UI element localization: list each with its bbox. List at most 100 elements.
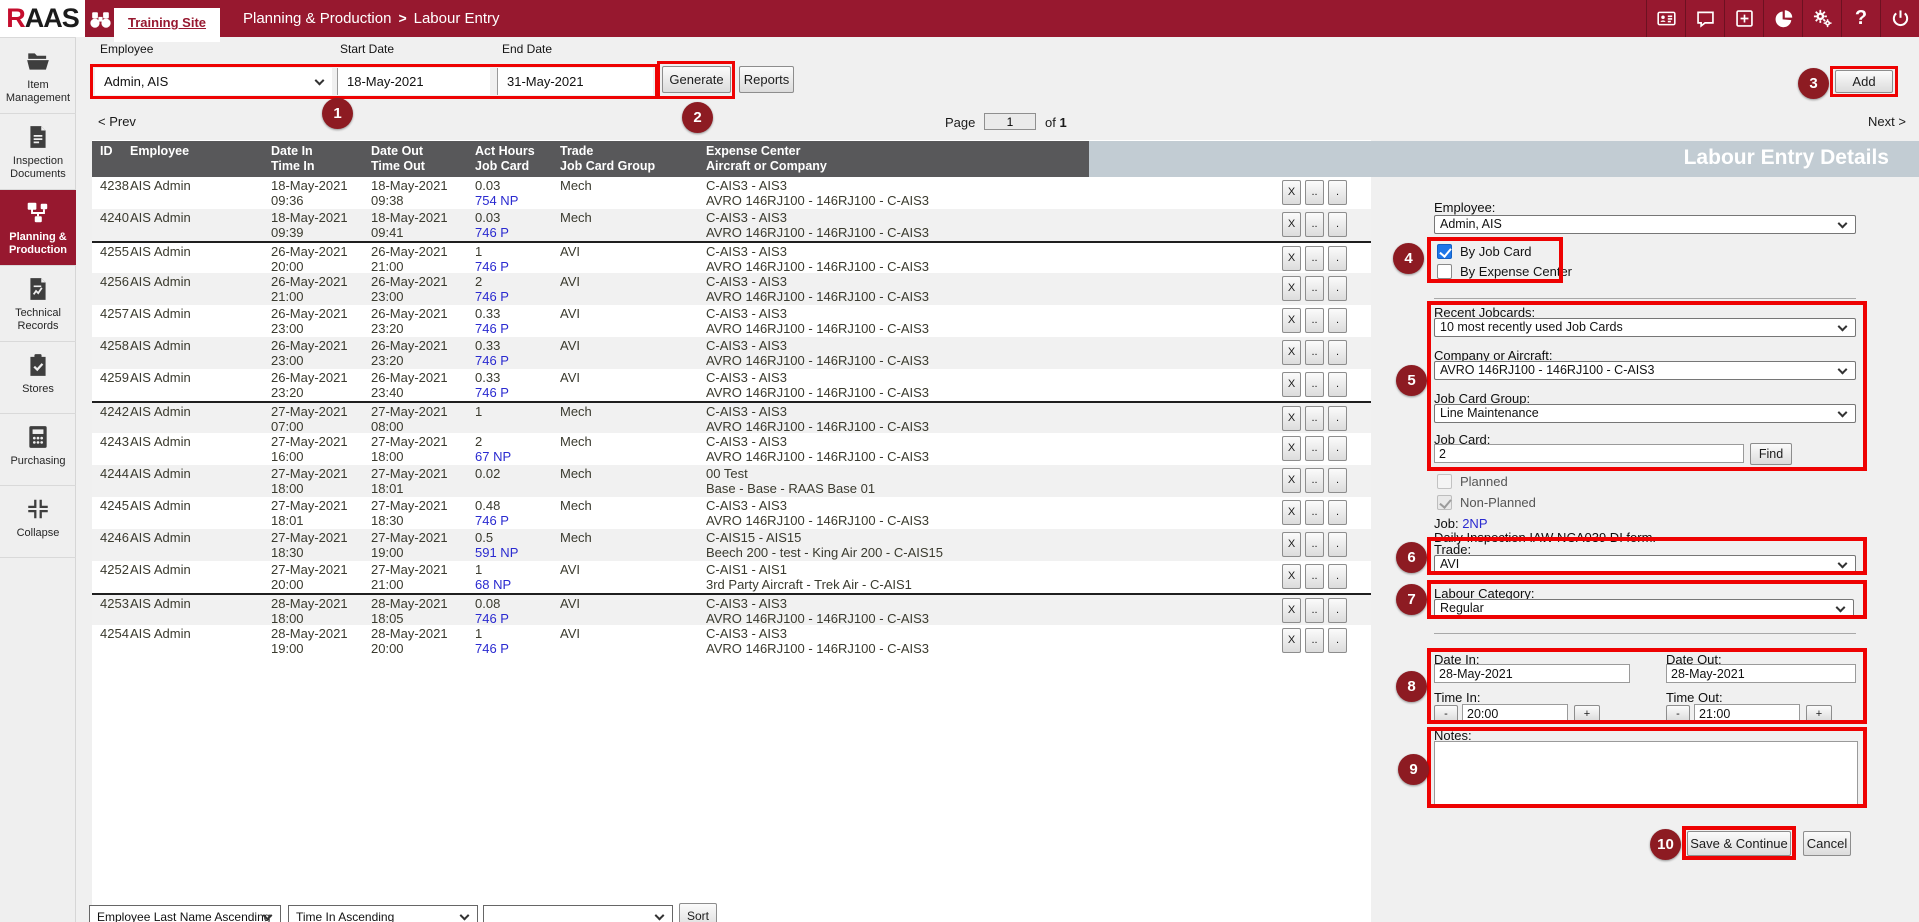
delete-row-button[interactable]: X (1282, 276, 1301, 301)
row-more-button[interactable]: . (1328, 628, 1347, 653)
employee-filter-select[interactable]: Admin, AIS (95, 68, 332, 95)
trade-select[interactable]: AVI (1434, 555, 1856, 574)
add-button[interactable]: Add (1835, 70, 1893, 93)
row-more-button[interactable]: . (1328, 212, 1347, 237)
settings-gears-icon[interactable] (1802, 0, 1841, 37)
delete-row-button[interactable]: X (1282, 598, 1301, 623)
job-card-link[interactable]: 68 NP (475, 577, 558, 592)
row-more-button[interactable]: . (1328, 308, 1347, 333)
edit-row-button[interactable]: .. (1305, 628, 1324, 653)
edit-row-button[interactable]: .. (1305, 372, 1324, 397)
delete-row-button[interactable]: X (1282, 628, 1301, 653)
delete-row-button[interactable]: X (1282, 372, 1301, 397)
delete-row-button[interactable]: X (1282, 564, 1301, 589)
job-card-link[interactable]: 746 P (475, 321, 558, 336)
job-card-link[interactable]: 754 NP (475, 193, 558, 208)
job-card-input[interactable] (1434, 444, 1744, 463)
row-more-button[interactable]: . (1328, 468, 1347, 493)
delete-row-button[interactable]: X (1282, 340, 1301, 365)
sidebar-item-purchasing[interactable]: Purchasing (0, 414, 76, 486)
sort-select-1[interactable]: Employee Last Name Ascending (89, 905, 281, 922)
end-date-input[interactable]: 31-May-2021 (497, 68, 653, 95)
reports-button[interactable]: Reports (739, 66, 794, 93)
sidebar-item-technical-records[interactable]: Technical Records (0, 266, 76, 342)
sort-button[interactable]: Sort (679, 903, 717, 922)
delete-row-button[interactable]: X (1282, 500, 1301, 525)
edit-row-button[interactable]: .. (1305, 500, 1324, 525)
time-out-input[interactable] (1694, 704, 1800, 723)
delete-row-button[interactable]: X (1282, 212, 1301, 237)
edit-row-button[interactable]: .. (1305, 564, 1324, 589)
row-more-button[interactable]: . (1328, 500, 1347, 525)
chat-icon[interactable] (1685, 0, 1724, 37)
edit-row-button[interactable]: .. (1305, 212, 1324, 237)
pie-chart-icon[interactable] (1763, 0, 1802, 37)
recent-jobcards-select[interactable]: 10 most recently used Job Cards (1434, 318, 1856, 337)
time-out-plus-button[interactable]: + (1806, 705, 1832, 722)
edit-row-button[interactable]: .. (1305, 532, 1324, 557)
job-card-link[interactable]: 67 NP (475, 449, 558, 464)
job-card-link[interactable]: 746 P (475, 513, 558, 528)
tab-training-site[interactable]: Training Site (114, 8, 220, 42)
delete-row-button[interactable]: X (1282, 246, 1301, 271)
job-card-link[interactable]: 746 P (475, 289, 558, 304)
row-more-button[interactable]: . (1328, 340, 1347, 365)
raas-logo[interactable]: RAAS (0, 0, 85, 37)
delete-row-button[interactable]: X (1282, 532, 1301, 557)
company-or-aircraft-select[interactable]: AVRO 146RJ100 - 146RJ100 - C-AIS3 (1434, 361, 1856, 380)
row-more-button[interactable]: . (1328, 246, 1347, 271)
binoculars-icon[interactable] (88, 7, 113, 30)
generate-button[interactable]: Generate (662, 66, 731, 93)
labour-category-select[interactable]: Regular (1434, 599, 1854, 618)
by-job-card-checkbox[interactable]: By Job Card (1437, 244, 1532, 259)
cancel-button[interactable]: Cancel (1803, 831, 1851, 856)
time-in-input[interactable] (1462, 704, 1568, 723)
job-card-link[interactable]: 746 P (475, 611, 558, 626)
date-out-input[interactable] (1666, 664, 1856, 683)
edit-row-button[interactable]: .. (1305, 180, 1324, 205)
start-date-input[interactable]: 18-May-2021 (337, 68, 490, 95)
job-card-link[interactable]: 746 P (475, 385, 558, 400)
row-more-button[interactable]: . (1328, 180, 1347, 205)
save-continue-button[interactable]: Save & Continue (1687, 831, 1791, 856)
job-card-link[interactable]: 746 P (475, 259, 558, 274)
power-icon[interactable] (1880, 0, 1919, 37)
delete-row-button[interactable]: X (1282, 436, 1301, 461)
delete-row-button[interactable]: X (1282, 468, 1301, 493)
job-card-link[interactable]: 591 NP (475, 545, 558, 560)
edit-row-button[interactable]: .. (1305, 406, 1324, 431)
sidebar-item-stores[interactable]: Stores (0, 342, 76, 414)
delete-row-button[interactable]: X (1282, 308, 1301, 333)
job-card-link[interactable]: 746 P (475, 353, 558, 368)
edit-row-button[interactable]: .. (1305, 436, 1324, 461)
page-input[interactable] (984, 113, 1036, 130)
id-card-icon[interactable] (1646, 0, 1685, 37)
sort-select-3[interactable] (483, 905, 673, 922)
prev-page-link[interactable]: < Prev (98, 114, 136, 129)
edit-row-button[interactable]: .. (1305, 468, 1324, 493)
job-card-link[interactable]: 746 P (475, 641, 558, 656)
sidebar-item-planning-production[interactable]: Planning & Production (0, 190, 76, 266)
row-more-button[interactable]: . (1328, 372, 1347, 397)
sort-select-2[interactable]: Time In Ascending (288, 905, 478, 922)
edit-row-button[interactable]: .. (1305, 308, 1324, 333)
row-more-button[interactable]: . (1328, 406, 1347, 431)
row-more-button[interactable]: . (1328, 276, 1347, 301)
date-in-input[interactable] (1434, 664, 1630, 683)
edit-row-button[interactable]: .. (1305, 246, 1324, 271)
delete-row-button[interactable]: X (1282, 180, 1301, 205)
help-icon[interactable]: ? (1841, 0, 1880, 37)
sidebar-item-inspection-documents[interactable]: Inspection Documents (0, 114, 76, 190)
edit-row-button[interactable]: .. (1305, 276, 1324, 301)
sidebar-item-collapse[interactable]: Collapse (0, 486, 76, 558)
job-card-group-select[interactable]: Line Maintenance (1434, 404, 1856, 423)
delete-row-button[interactable]: X (1282, 406, 1301, 431)
time-out-minus-button[interactable]: - (1666, 705, 1690, 722)
edit-row-button[interactable]: .. (1305, 340, 1324, 365)
sidebar-item-item-management[interactable]: Item Management (0, 37, 76, 114)
notes-textarea[interactable] (1434, 741, 1858, 807)
add-window-icon[interactable] (1724, 0, 1763, 37)
row-more-button[interactable]: . (1328, 598, 1347, 623)
row-more-button[interactable]: . (1328, 532, 1347, 557)
time-in-minus-button[interactable]: - (1434, 705, 1458, 722)
